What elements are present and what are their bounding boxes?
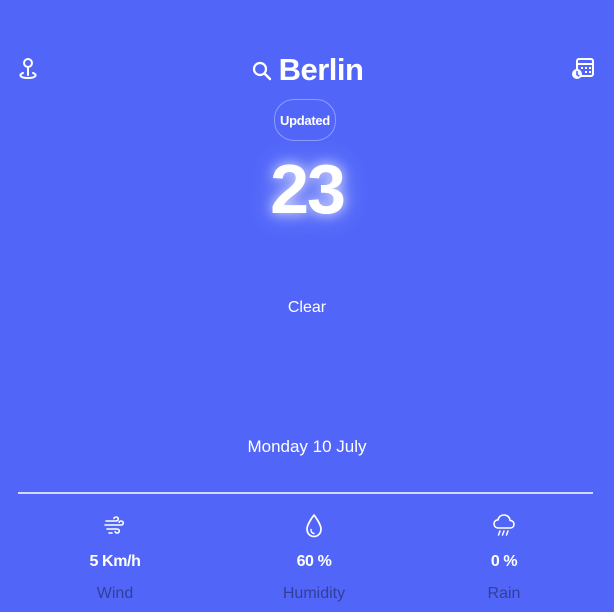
current-date: Monday 10 July xyxy=(247,437,367,456)
droplet-icon xyxy=(306,514,322,538)
humidity-value: 60 % xyxy=(296,553,332,570)
humidity-stat: 60 % Humidity xyxy=(234,512,394,604)
wind-value: 5 Km/h xyxy=(89,553,141,570)
current-temperature: 23 xyxy=(270,150,346,228)
wind-label: Wind xyxy=(96,585,134,602)
city-search[interactable]: Berlin xyxy=(0,50,614,90)
weather-condition: Clear xyxy=(287,299,327,316)
updated-button[interactable]: Updated xyxy=(274,99,336,141)
weather-stats: 5 Km/h Wind 60 % Humidity 0 % Rain xyxy=(0,512,614,612)
wind-stat: 5 Km/h Wind xyxy=(35,512,195,604)
calendar-button[interactable] xyxy=(571,56,595,80)
city-name[interactable]: Berlin xyxy=(279,50,364,90)
humidity-label: Humidity xyxy=(282,585,346,602)
search-icon[interactable] xyxy=(251,60,273,82)
rain-cloud-icon xyxy=(493,514,515,536)
updated-label: Updated xyxy=(280,112,330,128)
wind-icon xyxy=(104,516,125,534)
rain-value: 0 % xyxy=(490,553,518,570)
divider xyxy=(18,492,593,494)
rain-stat: 0 % Rain xyxy=(424,512,584,604)
rain-label: Rain xyxy=(487,585,521,602)
calendar-icon xyxy=(572,58,594,79)
